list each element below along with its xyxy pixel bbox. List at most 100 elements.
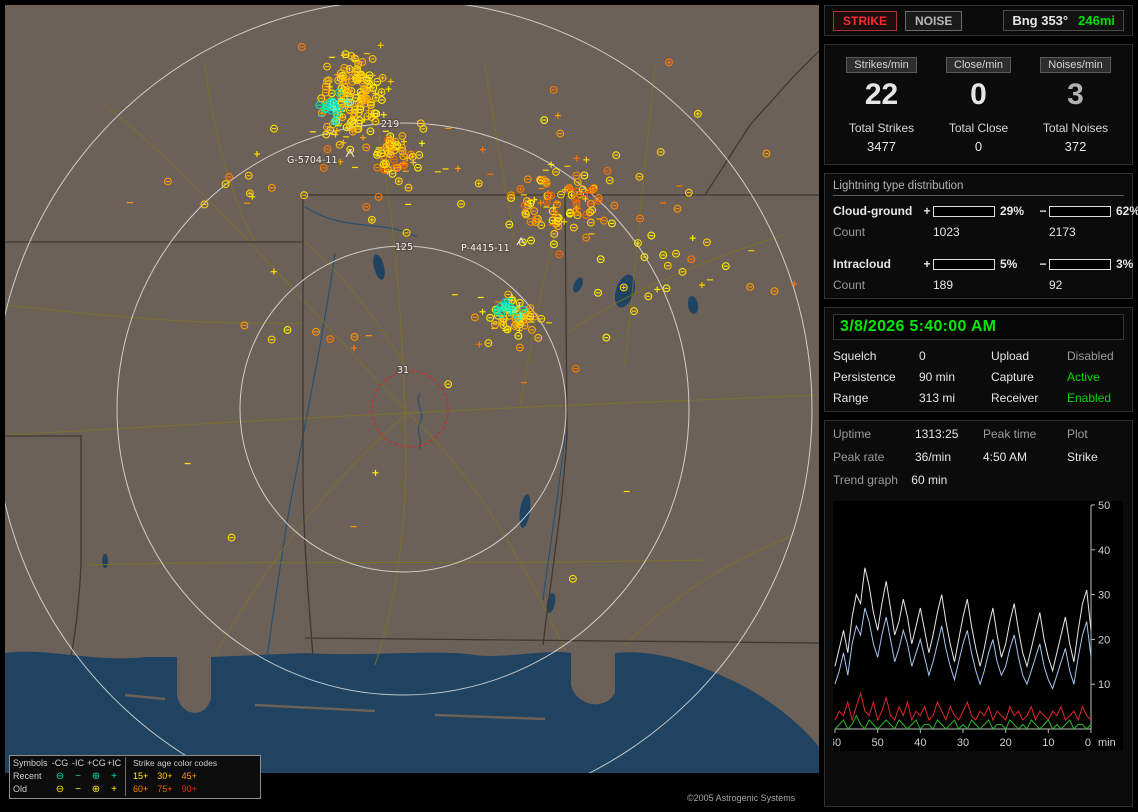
lightning-tracker-app: 219 125 31 G-5704-11 P-4415-11 Symbols -… — [0, 0, 1138, 812]
cg-neg-pct: 62% — [1116, 204, 1138, 218]
legend-age-row-1: 15+ 30+ 45+ — [125, 770, 257, 783]
range-value: 313 mi — [919, 391, 956, 405]
svg-text:30: 30 — [957, 737, 969, 749]
svg-text:50: 50 — [872, 737, 884, 749]
trend-graph-label: Trend graph — [833, 473, 898, 487]
persistence-value: 90 min — [919, 370, 956, 384]
total-close-value: 0 — [974, 139, 983, 154]
plot-value: Strike — [1067, 450, 1098, 464]
total-strikes-value: 3477 — [867, 139, 896, 154]
trend-chart: 10 20 30 40 50 60 50 40 30 20 10 0 min — [833, 501, 1124, 751]
svg-text:min: min — [1098, 737, 1116, 749]
pos-cg-recent-icon: ⊕ — [91, 770, 101, 782]
datetime-display: 3/8/2026 5:40:00 AM — [833, 314, 1124, 340]
peak-time-value: 4:50 AM — [983, 450, 1028, 464]
stats-trend-section: Uptime 1313:25 Peak time Plot Peak rate … — [824, 420, 1133, 807]
distribution-grid: Cloud-ground + 29% − 62% Count 1023 2173… — [833, 204, 1138, 292]
ic-pos-bar — [933, 258, 995, 270]
rates-grid: Strikes/min 22 Total Strikes 3477 Close/… — [833, 51, 1124, 158]
total-close-label: Total Close — [948, 121, 1009, 135]
strikes-per-min-value: 22 — [864, 78, 899, 111]
rates-section: Strikes/min 22 Total Strikes 3477 Close/… — [824, 44, 1133, 165]
age-90: 90+ — [181, 784, 197, 794]
legend-age-title: Strike age color codes — [125, 757, 257, 770]
total-noises-label: Total Noises — [1042, 121, 1109, 135]
map-legend: Symbols -CG -IC +CG +IC Strike age color… — [9, 755, 261, 799]
cg-pos-sign: + — [923, 204, 931, 218]
svg-text:50: 50 — [1098, 501, 1110, 512]
ic-pos-pct: 5% — [1000, 257, 1018, 271]
copyright-text: ©2005 Astrogenic Systems — [687, 793, 796, 803]
settings-grid: Squelch 0 Upload Disabled Persistence 90… — [833, 349, 1124, 405]
trend-graph-row: Trend graph 60 min — [833, 473, 1124, 487]
cg-neg-sign: − — [1039, 204, 1047, 218]
peak-time-label: Peak time — [983, 427, 1037, 441]
cg-neg-bar — [1049, 205, 1111, 217]
age-45: 45+ — [181, 771, 197, 781]
svg-text:40: 40 — [1098, 545, 1110, 557]
svg-text:10: 10 — [1042, 737, 1054, 749]
squelch-label: Squelch — [833, 349, 877, 363]
cg-pos-bar — [933, 205, 995, 217]
svg-text:10: 10 — [1098, 679, 1110, 691]
age-75: 75+ — [157, 784, 173, 794]
age-30: 30+ — [157, 771, 173, 781]
intracloud-label: Intracloud — [833, 257, 892, 271]
ring-label-219: 219 — [381, 119, 399, 130]
ring-label-125: 125 — [395, 242, 413, 253]
legend-col-pos-cg: +CG — [87, 758, 106, 768]
strikes-per-min-header: Strikes/min — [846, 57, 917, 73]
svg-text:20: 20 — [1000, 737, 1012, 749]
svg-text:20: 20 — [1098, 634, 1110, 646]
cg-neg-count: 2173 — [1049, 225, 1076, 239]
bearing-label: Bng 353° — [1012, 13, 1069, 28]
neg-ic-recent-icon: − — [75, 770, 81, 782]
pos-cg-old-icon: ⊕ — [91, 783, 101, 795]
ic-pos-count: 189 — [933, 278, 954, 292]
strike-mode-button[interactable]: STRIKE — [833, 10, 898, 31]
pos-ic-recent-icon: + — [111, 770, 117, 782]
uptime-label: Uptime — [833, 427, 872, 441]
legend-age-row-2: 60+ 75+ 90+ — [125, 783, 257, 796]
svg-text:40: 40 — [914, 737, 926, 749]
trend-graph-window: 60 min — [911, 473, 948, 487]
legend-recent-label: Recent — [13, 771, 42, 781]
age-60: 60+ — [133, 784, 149, 794]
bearing-distance: 246mi — [1078, 13, 1115, 28]
map-area[interactable]: 219 125 31 G-5704-11 P-4415-11 Symbols -… — [5, 5, 819, 807]
close-col: Close/min 0 Total Close 0 — [930, 55, 1027, 158]
legend-col-neg-cg: -CG — [51, 758, 69, 768]
time-settings-section: 3/8/2026 5:40:00 AM Squelch 0 Upload Dis… — [824, 307, 1133, 412]
peak-rate-value: 36/min — [915, 450, 952, 464]
neg-ic-old-icon: − — [75, 783, 81, 795]
ic-neg-pct: 3% — [1116, 257, 1134, 271]
capture-status: Active — [1067, 370, 1100, 384]
stats-grid: Uptime 1313:25 Peak time Plot Peak rate … — [833, 427, 1124, 464]
total-strikes-label: Total Strikes — [848, 121, 915, 135]
cg-pos-pct: 29% — [1000, 204, 1025, 218]
noises-per-min-header: Noises/min — [1040, 57, 1111, 73]
plot-label: Plot — [1067, 427, 1088, 441]
neg-cg-recent-icon: ⊖ — [55, 770, 65, 782]
cg-count-label: Count — [833, 225, 866, 239]
cell-label-p4415: P-4415-11 — [461, 243, 510, 254]
noise-mode-button[interactable]: NOISE — [905, 10, 963, 31]
cloud-ground-label: Cloud-ground — [833, 204, 913, 218]
pos-ic-old-icon: + — [111, 783, 117, 795]
ic-pos-sign: + — [923, 257, 931, 271]
svg-text:30: 30 — [1098, 590, 1110, 602]
receiver-label: Receiver — [991, 391, 1039, 405]
svg-text:60: 60 — [833, 737, 841, 749]
status-panel: STRIKE NOISE Bng 353° 246mi Strikes/min … — [824, 5, 1138, 807]
distribution-title: Lightning type distribution — [833, 180, 1124, 196]
receiver-status: Enabled — [1067, 391, 1112, 405]
legend-col-neg-ic: -IC — [72, 758, 84, 768]
strikes-col: Strikes/min 22 Total Strikes 3477 — [833, 55, 930, 158]
ring-label-31: 31 — [397, 365, 409, 376]
ic-neg-sign: − — [1039, 257, 1047, 271]
capture-label: Capture — [991, 370, 1034, 384]
noises-per-min-value: 3 — [1067, 78, 1084, 111]
noises-col: Noises/min 3 Total Noises 372 — [1027, 55, 1124, 158]
legend-recent-row: Recent ⊖ − ⊕ + 15+ 30+ 45+ — [13, 770, 257, 783]
map-canvas[interactable]: 219 125 31 G-5704-11 P-4415-11 — [5, 5, 819, 807]
